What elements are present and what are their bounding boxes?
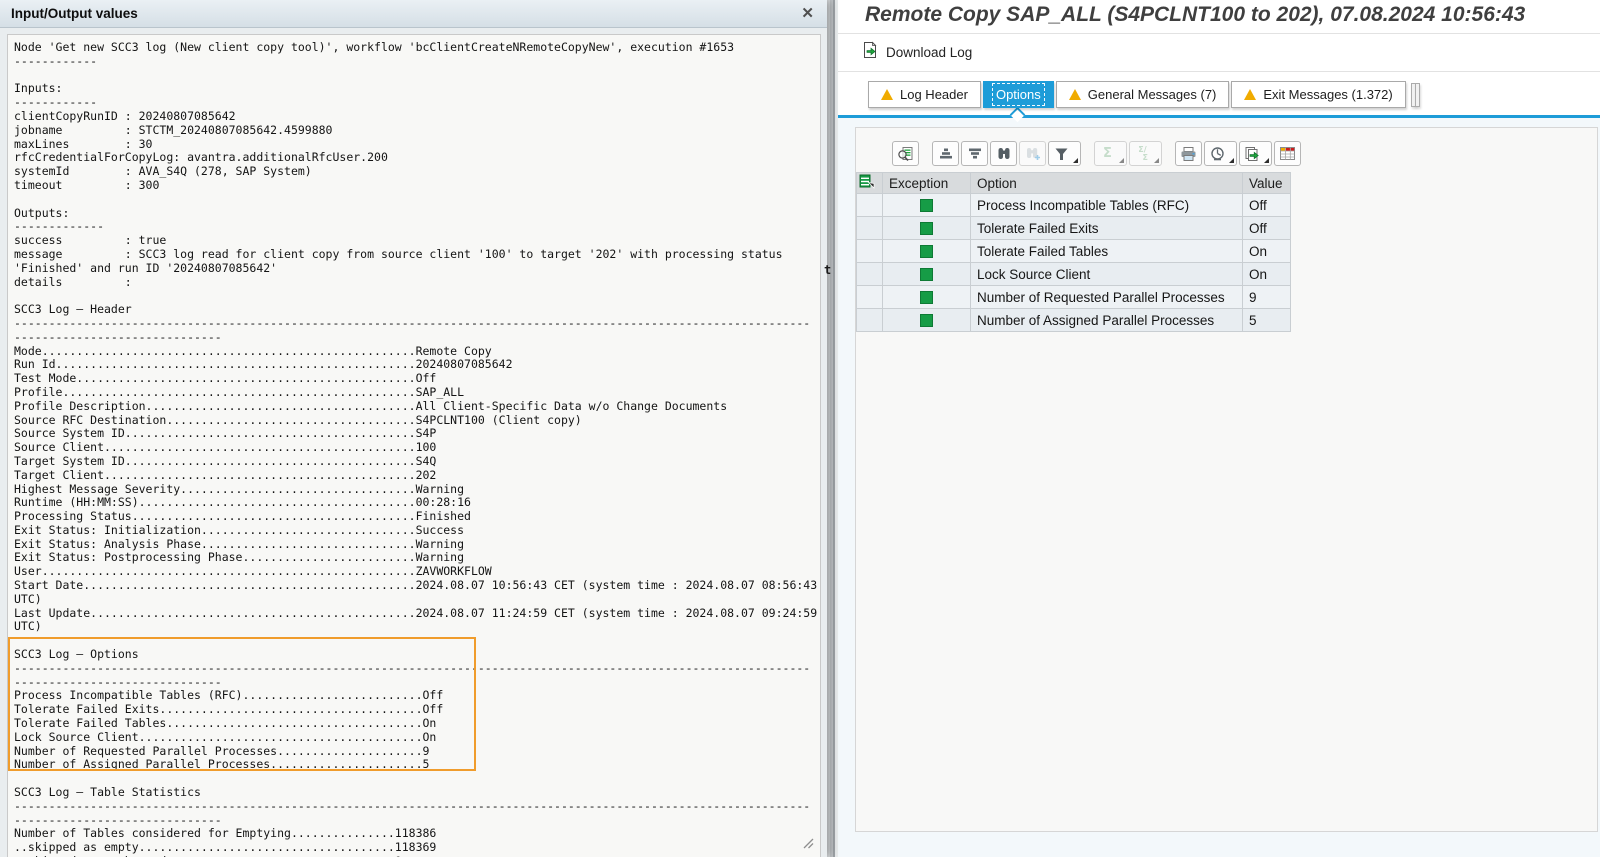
table-row[interactable]: Number of Requested Parallel Processes 9 bbox=[856, 285, 1291, 309]
status-ok-icon bbox=[920, 291, 933, 305]
toolbar-subtotal-button[interactable]: Σ/ Σ bbox=[1129, 141, 1162, 166]
select-all-header[interactable] bbox=[856, 172, 883, 194]
close-icon[interactable]: ✕ bbox=[801, 0, 814, 28]
toolbar-sort-ascending-button[interactable] bbox=[932, 141, 959, 166]
status-ok-icon bbox=[920, 222, 933, 236]
dropdown-caret-icon bbox=[1264, 158, 1269, 163]
value-cell: 9 bbox=[1242, 285, 1291, 309]
dialog-titlebar[interactable]: Input/Output values ✕ bbox=[0, 0, 827, 28]
screen: Remote Copy SAP_ALL (S4PCLNT100 to 202),… bbox=[0, 0, 1600, 857]
tab-options[interactable]: Options bbox=[982, 81, 1054, 108]
tab-log-header[interactable]: Log Header bbox=[868, 81, 981, 108]
log-text: Node 'Get new SCC3 log (New client copy … bbox=[14, 40, 818, 857]
clipped-background-text: t bbox=[824, 263, 832, 277]
options-table: Exception Option Value Process Incompati… bbox=[856, 172, 1291, 332]
value-cell: On bbox=[1242, 239, 1291, 263]
page-title: Remote Copy SAP_ALL (S4PCLNT100 to 202),… bbox=[865, 3, 1526, 26]
status-ok-icon bbox=[920, 245, 933, 259]
tab-bar: Log Header Options General Messages (7) Exi… bbox=[868, 81, 1408, 108]
dropdown-caret-icon bbox=[1154, 158, 1159, 163]
row-selector[interactable] bbox=[856, 216, 883, 240]
value-cell: 5 bbox=[1242, 308, 1291, 332]
dropdown-caret-icon bbox=[1073, 158, 1078, 163]
download-log-icon bbox=[861, 41, 879, 64]
exception-cell bbox=[882, 239, 971, 263]
value-cell: Off bbox=[1242, 193, 1291, 217]
tab-general-messages-7[interactable]: General Messages (7) bbox=[1055, 81, 1230, 108]
download-log-button[interactable]: Download Log bbox=[861, 41, 972, 64]
remote-copy-log-panel: Remote Copy SAP_ALL (S4PCLNT100 to 202),… bbox=[838, 0, 1600, 857]
option-cell: Number of Assigned Parallel Processes bbox=[970, 308, 1243, 332]
download-log-label: Download Log bbox=[886, 45, 973, 60]
row-selector[interactable] bbox=[856, 239, 883, 263]
toolbar-set-filter-button[interactable] bbox=[1048, 141, 1081, 166]
row-selector[interactable] bbox=[856, 308, 883, 332]
option-cell: Process Incompatible Tables (RFC) bbox=[970, 193, 1243, 217]
divider bbox=[838, 71, 1600, 72]
col-value[interactable]: Value bbox=[1242, 172, 1291, 194]
options-table-body: Process Incompatible Tables (RFC) Off Tole… bbox=[856, 193, 1291, 332]
warning-icon bbox=[1068, 89, 1081, 100]
table-row[interactable]: Process Incompatible Tables (RFC) Off bbox=[856, 193, 1291, 217]
option-cell: Tolerate Failed Exits bbox=[970, 216, 1243, 240]
tab-exit-messages-1-372[interactable]: Exit Messages (1.372) bbox=[1231, 81, 1406, 108]
tab-stack-icon bbox=[1411, 82, 1424, 108]
alv-toolbar: Σ Σ/ Σ bbox=[892, 141, 1597, 166]
option-cell: Number of Requested Parallel Processes bbox=[970, 285, 1243, 309]
value-cell: On bbox=[1242, 262, 1291, 286]
row-selector[interactable] bbox=[856, 193, 883, 217]
dialog-title: Input/Output values bbox=[11, 6, 138, 21]
warning-icon bbox=[881, 89, 893, 100]
splitter[interactable] bbox=[827, 0, 838, 857]
row-selector[interactable] bbox=[856, 262, 883, 286]
option-cell: Lock Source Client bbox=[970, 262, 1243, 286]
status-ok-icon bbox=[920, 199, 933, 213]
table-row[interactable]: Number of Assigned Parallel Processes 5 bbox=[856, 308, 1291, 332]
io-values-dialog: Input/Output values ✕ Node 'Get new SCC3… bbox=[0, 0, 827, 857]
value-cell: Off bbox=[1242, 216, 1291, 240]
col-exception[interactable]: Exception bbox=[882, 172, 971, 194]
alv-grid-container: Σ Σ/ Σ Exception Option Value Process Inc… bbox=[855, 127, 1598, 832]
divider bbox=[838, 33, 1600, 34]
table-row[interactable]: Tolerate Failed Tables On bbox=[856, 239, 1291, 263]
table-row[interactable]: Lock Source Client On bbox=[856, 262, 1291, 286]
log-content-area: Node 'Get new SCC3 log (New client copy … bbox=[7, 34, 821, 857]
toolbar-choose-layout-button[interactable] bbox=[1274, 141, 1301, 166]
col-option[interactable]: Option bbox=[970, 172, 1243, 194]
status-ok-icon bbox=[920, 268, 933, 282]
toolbar-export-button[interactable] bbox=[1239, 141, 1272, 166]
dropdown-caret-icon bbox=[1119, 158, 1124, 163]
toolbar-views-button[interactable] bbox=[1204, 141, 1237, 166]
table-header-row: Exception Option Value bbox=[856, 172, 1291, 194]
row-selector[interactable] bbox=[856, 285, 883, 309]
option-cell: Tolerate Failed Tables bbox=[970, 239, 1243, 263]
tabstrip-underline bbox=[838, 115, 1600, 118]
toolbar-detail-view-button[interactable] bbox=[892, 141, 919, 166]
dropdown-caret-icon bbox=[1229, 158, 1234, 163]
exception-cell bbox=[882, 262, 971, 286]
toolbar-total-button[interactable]: Σ bbox=[1094, 141, 1127, 166]
resize-grip-icon[interactable] bbox=[801, 836, 814, 854]
toolbar-sort-descending-button[interactable] bbox=[961, 141, 988, 166]
exception-cell bbox=[882, 285, 971, 309]
toolbar-print-button[interactable] bbox=[1175, 141, 1202, 166]
exception-cell bbox=[882, 308, 971, 332]
warning-icon bbox=[1244, 89, 1257, 100]
table-row[interactable]: Tolerate Failed Exits Off bbox=[856, 216, 1291, 240]
toolbar-find-next-button[interactable] bbox=[1019, 141, 1046, 166]
toolbar-find-button[interactable] bbox=[990, 141, 1017, 166]
exception-cell bbox=[882, 193, 971, 217]
status-ok-icon bbox=[920, 314, 933, 328]
exception-cell bbox=[882, 216, 971, 240]
